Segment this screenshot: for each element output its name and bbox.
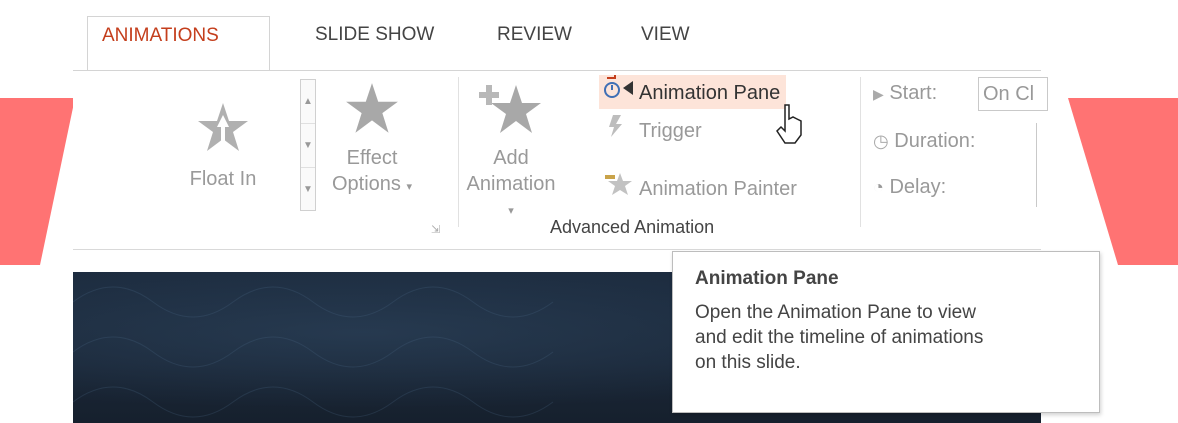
trigger-icon bbox=[603, 113, 639, 150]
start-play-icon: ▶ bbox=[873, 86, 884, 102]
powerpoint-window: ANIMATIONS SLIDE SHOW REVIEW VIEW Float … bbox=[73, 0, 1100, 423]
group-divider bbox=[458, 77, 459, 227]
duration-label: Duration: bbox=[894, 130, 976, 152]
effect-options-label-1: Effect bbox=[346, 147, 398, 169]
animation-pane-label: Animation Pane bbox=[639, 81, 781, 104]
animation-painter-icon bbox=[603, 171, 639, 208]
tab-animations[interactable]: ANIMATIONS bbox=[87, 16, 270, 70]
add-animation-label-2: Animation ▾ bbox=[466, 173, 556, 217]
animation-painter-label: Animation Painter bbox=[639, 177, 797, 200]
delay-clock-icon: ◔ bbox=[873, 177, 884, 197]
gallery-more-icon[interactable]: ▼ bbox=[301, 168, 315, 211]
effect-options-button[interactable]: Effect Options ▾ bbox=[328, 81, 416, 199]
duration-delay-spinner-edge[interactable] bbox=[1036, 123, 1042, 207]
mouse-cursor-icon bbox=[776, 104, 802, 144]
gallery-item-float-in[interactable]: Float In bbox=[163, 101, 283, 191]
effect-options-label-2: Options ▾ bbox=[331, 173, 413, 195]
animation-gallery: Float In ▲ ▼ ▼ bbox=[73, 71, 318, 231]
tab-view[interactable]: VIEW bbox=[627, 16, 704, 70]
animation-group-launcher-icon[interactable]: ⇲ bbox=[431, 223, 440, 236]
animation-pane-button[interactable]: Animation Pane bbox=[599, 75, 787, 112]
gallery-scrollbar[interactable]: ▲ ▼ ▼ bbox=[300, 79, 316, 211]
tab-review[interactable]: REVIEW bbox=[483, 16, 586, 70]
tooltip-line-2: and edit the timeline of animations bbox=[695, 327, 984, 348]
trigger-label: Trigger bbox=[639, 119, 702, 142]
add-animation-star-icon bbox=[479, 85, 541, 133]
start-row: ▶ Start: bbox=[873, 77, 937, 109]
tooltip-title: Animation Pane bbox=[695, 268, 839, 289]
float-in-star-icon bbox=[198, 103, 248, 151]
tooltip-line-3: on this slide. bbox=[695, 352, 801, 373]
duration-row: ◷ Duration: bbox=[873, 125, 975, 157]
tab-slide-show[interactable]: SLIDE SHOW bbox=[301, 16, 448, 70]
add-animation-button[interactable]: Add Animation ▾ bbox=[461, 81, 561, 223]
group-divider bbox=[860, 77, 861, 227]
start-dropdown[interactable]: On Cl bbox=[978, 77, 1048, 111]
delay-row: ◔ Delay: bbox=[873, 171, 946, 203]
ribbon-body: Float In ▲ ▼ ▼ Effect Options ▾ ⇲ Add An… bbox=[73, 70, 1048, 250]
gallery-scroll-down-icon[interactable]: ▼ bbox=[301, 124, 315, 168]
effect-options-star-icon bbox=[346, 83, 398, 133]
gallery-scroll-up-icon[interactable]: ▲ bbox=[301, 80, 315, 124]
advanced-animation-group-label: Advanced Animation bbox=[550, 217, 715, 237]
duration-clock-icon: ◷ bbox=[873, 131, 889, 151]
ribbon-tabs: ANIMATIONS SLIDE SHOW REVIEW VIEW bbox=[73, 0, 1041, 70]
animation-pane-tooltip: Animation Pane Open the Animation Pane t… bbox=[672, 251, 1100, 413]
gallery-item-label: Float In bbox=[189, 168, 257, 190]
tooltip-line-1: Open the Animation Pane to view bbox=[695, 302, 976, 323]
add-animation-label-1: Add bbox=[493, 147, 529, 169]
animation-painter-button[interactable]: Animation Painter bbox=[599, 171, 803, 205]
delay-label: Delay: bbox=[889, 176, 947, 198]
animation-pane-icon bbox=[603, 75, 639, 112]
trigger-button[interactable]: Trigger bbox=[599, 113, 708, 147]
start-label: Start: bbox=[889, 82, 938, 104]
